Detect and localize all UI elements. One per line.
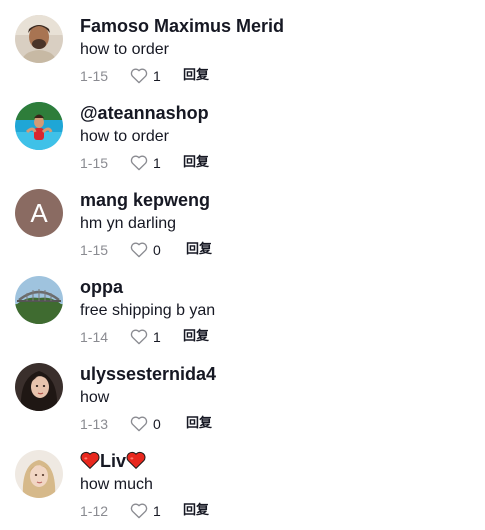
comment-meta: 1-15 1 回复 — [80, 154, 340, 172]
like-count: 1 — [153, 68, 161, 84]
username[interactable]: ulyssesternida4 — [80, 363, 216, 385]
red-heart-emoji-icon — [126, 451, 146, 469]
avatar[interactable] — [15, 15, 63, 63]
comment-meta: 1-15 0 回复 — [80, 241, 340, 259]
comment-list: Famoso Maximus Merid how to order 1-15 1… — [0, 0, 485, 530]
photo-man-icon — [15, 15, 63, 63]
comment-date: 1-12 — [80, 503, 109, 519]
avatar-letter: A — [15, 189, 63, 237]
comment-item: A mang kepweng hm yn darling 1-15 0 回复 — [0, 174, 485, 261]
comment-text: free shipping b yan — [80, 302, 216, 319]
photo-bridge-icon — [15, 276, 63, 324]
reply-button[interactable]: 回复 — [183, 328, 209, 346]
reply-button[interactable]: 回复 — [183, 67, 209, 85]
comment-date: 1-14 — [80, 329, 109, 345]
photo-blonde-icon — [15, 450, 63, 498]
reply-button[interactable]: 回复 — [183, 154, 209, 172]
heart-outline-icon — [130, 329, 148, 345]
comment-date: 1-13 — [80, 416, 109, 432]
comment-item: ulyssesternida4 how 1-13 0 回复 — [0, 348, 485, 435]
reply-button[interactable]: 回复 — [186, 241, 212, 259]
photo-woman-icon — [15, 363, 63, 411]
heart-outline-icon — [130, 503, 148, 519]
like-count: 1 — [153, 503, 161, 519]
username[interactable]: mang kepweng — [80, 189, 210, 211]
heart-outline-icon — [130, 68, 148, 84]
comment-text: how to order — [80, 41, 169, 58]
avatar[interactable] — [15, 450, 63, 498]
comment-text: how to order — [80, 128, 169, 145]
username[interactable]: Famoso Maximus Merid — [80, 15, 284, 37]
comment-item: @ateannashop how to order 1-15 1 回复 — [0, 87, 485, 174]
heart-outline-icon — [130, 242, 148, 258]
avatar[interactable] — [15, 102, 63, 150]
username[interactable]: oppa — [80, 276, 123, 298]
like-count: 0 — [153, 242, 161, 258]
comment-item: Liv how much 1-12 1 回复 — [0, 435, 485, 522]
comment-date: 1-15 — [80, 242, 109, 258]
comment-meta: 1-15 1 回复 — [80, 67, 340, 85]
comment-item: Famoso Maximus Merid how to order 1-15 1… — [0, 0, 485, 87]
username-text: Liv — [100, 451, 127, 471]
comment-text: how — [80, 389, 110, 406]
like-count: 1 — [153, 155, 161, 171]
comment-item: oppa free shipping b yan 1-14 1 回复 — [0, 261, 485, 348]
avatar[interactable]: A — [15, 189, 63, 237]
heart-outline-icon — [130, 155, 148, 171]
like-count: 0 — [153, 416, 161, 432]
comment-meta: 1-14 1 回复 — [80, 328, 340, 346]
comment-meta: 1-13 0 回复 — [80, 415, 340, 433]
comment-date: 1-15 — [80, 155, 109, 171]
red-heart-emoji-icon — [80, 451, 100, 469]
username[interactable]: Liv — [80, 450, 146, 472]
avatar[interactable] — [15, 276, 63, 324]
like-count: 1 — [153, 329, 161, 345]
username[interactable]: @ateannashop — [80, 102, 209, 124]
comment-text: hm yn darling — [80, 215, 177, 232]
photo-pool-icon — [15, 102, 63, 150]
comment-meta: 1-12 1 回复 — [80, 502, 340, 520]
reply-button[interactable]: 回复 — [186, 415, 212, 433]
comment-text: how much — [80, 476, 153, 493]
comment-date: 1-15 — [80, 68, 109, 84]
reply-button[interactable]: 回复 — [183, 502, 209, 520]
avatar[interactable] — [15, 363, 63, 411]
heart-outline-icon — [130, 416, 148, 432]
